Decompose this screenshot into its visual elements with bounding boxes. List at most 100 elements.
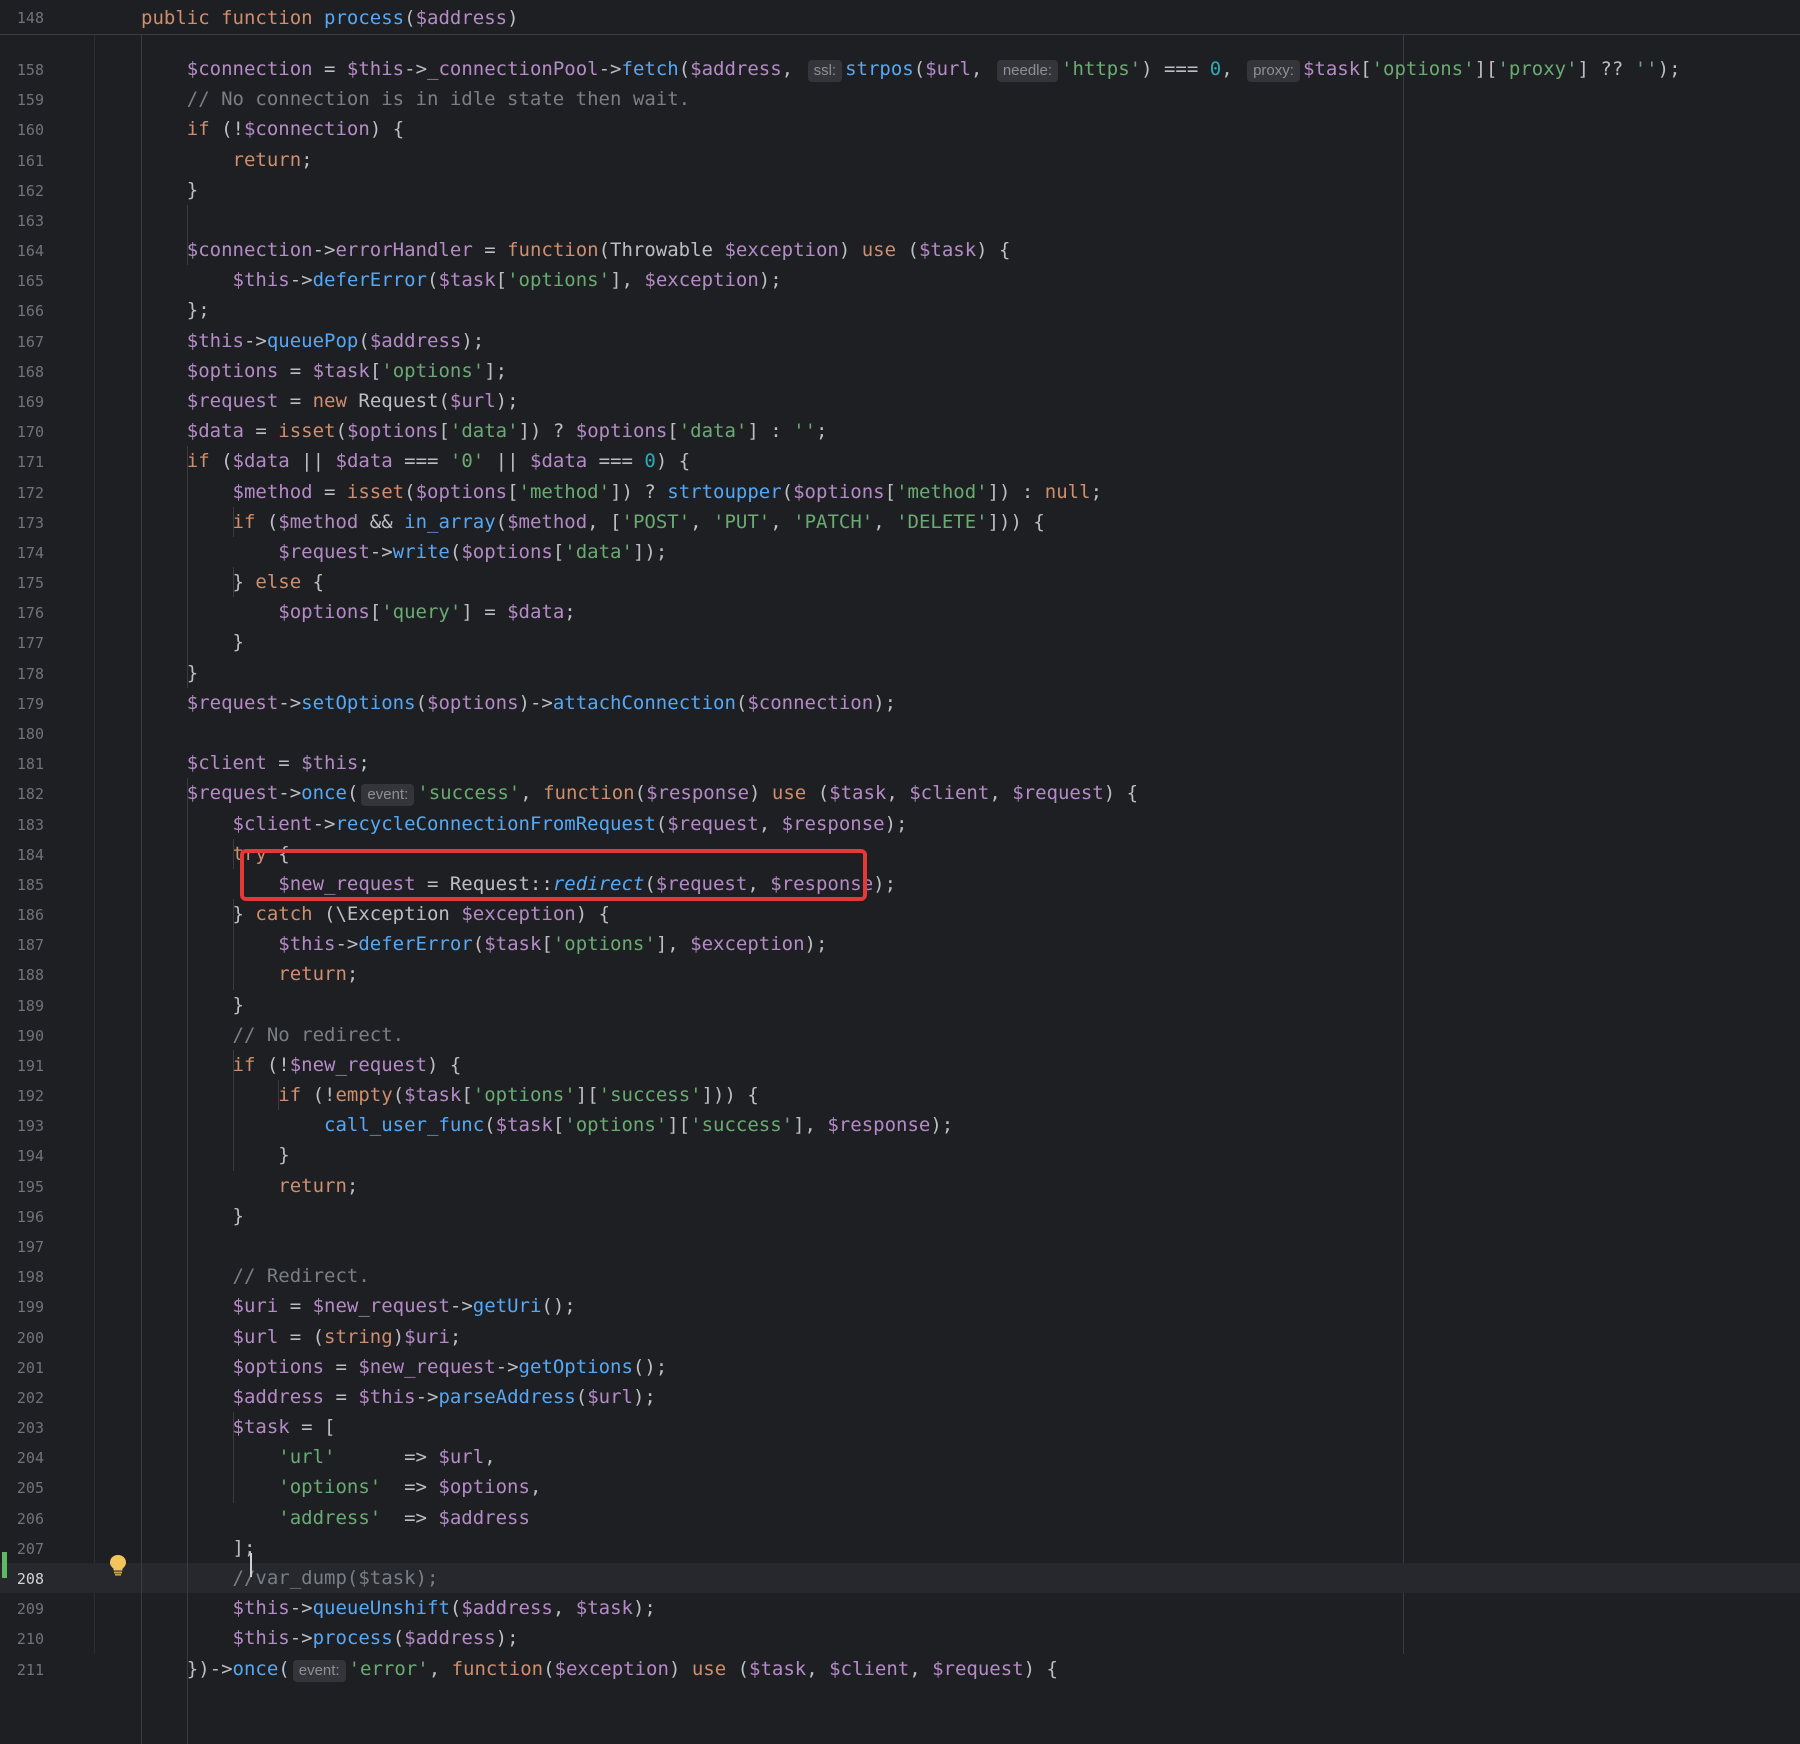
code-line[interactable]: 197: [0, 1231, 1800, 1261]
line-number: 211: [16, 1660, 44, 1679]
code-line[interactable]: 159 // No connection is in idle state th…: [0, 84, 1800, 114]
code-token: $new_request: [358, 1355, 496, 1378]
code-line[interactable]: 210 $this->process($address);: [0, 1623, 1800, 1653]
code-editor[interactable]: 148 public function process($address) 15…: [0, 0, 1800, 1744]
code-token: [: [1360, 58, 1372, 80]
code-token: $uri: [141, 1295, 279, 1318]
code-token: ],: [610, 269, 645, 292]
sticky-header-line[interactable]: 148 public function process($address): [0, 0, 1800, 35]
code-line[interactable]: 202 $address = $this->parseAddress($url)…: [0, 1382, 1800, 1412]
code-token: return: [141, 963, 347, 986]
code-token: ,: [552, 1597, 576, 1620]
code-token: ;: [1090, 480, 1103, 503]
code-token: 'success': [417, 782, 521, 805]
highlight-annotation-box: [240, 849, 867, 901]
code-token: ,: [909, 1657, 933, 1680]
code-line[interactable]: 182 $request->once(event:'success', func…: [0, 778, 1800, 808]
code-line[interactable]: 193 call_user_func($task['options']['suc…: [0, 1110, 1800, 1140]
code-line[interactable]: 166 };: [0, 295, 1800, 325]
code-text: // No redirect.: [141, 1023, 405, 1047]
code-line[interactable]: 161 return;: [0, 145, 1800, 175]
code-token: ],: [793, 1114, 828, 1137]
code-line[interactable]: 167 $this->queuePop($address);: [0, 326, 1800, 356]
code-token: 'query': [381, 601, 462, 624]
code-line[interactable]: 187 $this->deferError($task['options'], …: [0, 929, 1800, 959]
code-line[interactable]: 190 // No redirect.: [0, 1020, 1800, 1050]
code-text: // Redirect.: [141, 1264, 370, 1288]
code-line[interactable]: 209 $this->queueUnshift($address, $task)…: [0, 1593, 1800, 1623]
code-token: (: [678, 58, 691, 80]
code-line[interactable]: 164 $connection->errorHandler = function…: [0, 235, 1800, 265]
code-line[interactable]: 163: [0, 205, 1800, 235]
code-token: ]) ?: [610, 480, 668, 503]
code-token: 'options': [564, 1114, 668, 1137]
code-token: ->: [404, 58, 428, 80]
code-line[interactable]: 175 } else {: [0, 567, 1800, 597]
code-line[interactable]: 158 $connection = $this->_connectionPool…: [0, 54, 1800, 84]
code-token: if: [141, 510, 256, 533]
code-token: $exception: [554, 1657, 669, 1680]
code-token: (\Exception: [312, 903, 462, 926]
code-line[interactable]: 203 $task = [: [0, 1412, 1800, 1442]
code-line[interactable]: 186 } catch (\Exception $exception) {: [0, 899, 1800, 929]
code-line[interactable]: 201 $options = $new_request->getOptions(…: [0, 1352, 1800, 1382]
code-token: (: [896, 239, 919, 262]
code-token: $connection: [243, 118, 370, 141]
vcs-change-marker[interactable]: [2, 1552, 7, 1578]
code-line[interactable]: 176 $options['query'] = $data;: [0, 597, 1800, 627]
code-text: //var_dump($task);: [141, 1566, 439, 1590]
code-line[interactable]: 178 }: [0, 658, 1800, 688]
code-line[interactable]: 181 $client = $this;: [0, 748, 1800, 778]
code-token: catch: [255, 903, 313, 926]
code-line[interactable]: 199 $uri = $new_request->getUri();: [0, 1291, 1800, 1321]
code-line[interactable]: 195 return;: [0, 1171, 1800, 1201]
code-token: );: [495, 389, 519, 412]
code-line[interactable]: 177 }: [0, 627, 1800, 657]
code-line[interactable]: 194 }: [0, 1140, 1800, 1170]
code-token: $this: [141, 269, 290, 292]
code-line[interactable]: 165 $this->deferError($task['options'], …: [0, 265, 1800, 295]
code-line[interactable]: 200 $url = (string)$uri;: [0, 1322, 1800, 1352]
code-token: ) {: [575, 903, 611, 926]
code-line[interactable]: 180: [0, 718, 1800, 748]
code-line[interactable]: 207 ];: [0, 1533, 1800, 1563]
code-line[interactable]: 208 //var_dump($task);: [0, 1563, 1800, 1593]
code-token: &&: [358, 510, 405, 533]
code-text: $this->deferError($task['options'], $exc…: [141, 932, 827, 956]
code-line[interactable]: 211 })->once(event:'error', function($ex…: [0, 1654, 1800, 1684]
code-line[interactable]: 160 if (!$connection) {: [0, 114, 1800, 144]
code-line[interactable]: 206 'address' => $address: [0, 1503, 1800, 1533]
line-number: 209: [16, 1600, 44, 1619]
code-token: $options: [141, 1355, 325, 1378]
code-line[interactable]: 189 }: [0, 990, 1800, 1020]
code-line[interactable]: 205 'options' => $options,: [0, 1472, 1800, 1502]
code-line[interactable]: 198 // Redirect.: [0, 1261, 1800, 1291]
line-number: 163: [16, 211, 44, 230]
code-line[interactable]: 196 }: [0, 1201, 1800, 1231]
code-line[interactable]: 183 $client->recycleConnectionFromReques…: [0, 809, 1800, 839]
code-line[interactable]: 204 'url' => $url,: [0, 1442, 1800, 1472]
code-line[interactable]: 179 $request->setOptions($options)->atta…: [0, 688, 1800, 718]
code-token: if: [141, 118, 210, 141]
code-token: $method: [507, 510, 588, 533]
code-line[interactable]: 188 return;: [0, 959, 1800, 989]
lightbulb-icon[interactable]: [108, 1554, 128, 1576]
code-token: ;: [346, 963, 359, 986]
code-line[interactable]: 168 $options = $task['options'];: [0, 356, 1800, 386]
code-line[interactable]: 162 }: [0, 175, 1800, 205]
code-line[interactable]: 172 $method = isset($options['method']) …: [0, 477, 1800, 507]
code-line[interactable]: 174 $request->write($options['data']);: [0, 537, 1800, 567]
code-text: $connection = $this->_connectionPool->fe…: [141, 57, 1681, 82]
line-number: 168: [16, 362, 44, 381]
code-text: $client = $this;: [141, 751, 370, 775]
code-line[interactable]: 192 if (!empty($task['options']['success…: [0, 1080, 1800, 1110]
code-text: $options = $new_request->getOptions();: [141, 1355, 668, 1379]
code-token: (: [255, 510, 279, 533]
code-line[interactable]: 191 if (!$new_request) {: [0, 1050, 1800, 1080]
code-line[interactable]: 171 if ($data || $data === '0' || $data …: [0, 446, 1800, 476]
code-token: ->: [598, 58, 622, 80]
code-token: [: [495, 269, 508, 292]
code-line[interactable]: 173 if ($method && in_array($method, ['P…: [0, 507, 1800, 537]
code-line[interactable]: 170 $data = isset($options['data']) ? $o…: [0, 416, 1800, 446]
code-line[interactable]: 169 $request = new Request($url);: [0, 386, 1800, 416]
